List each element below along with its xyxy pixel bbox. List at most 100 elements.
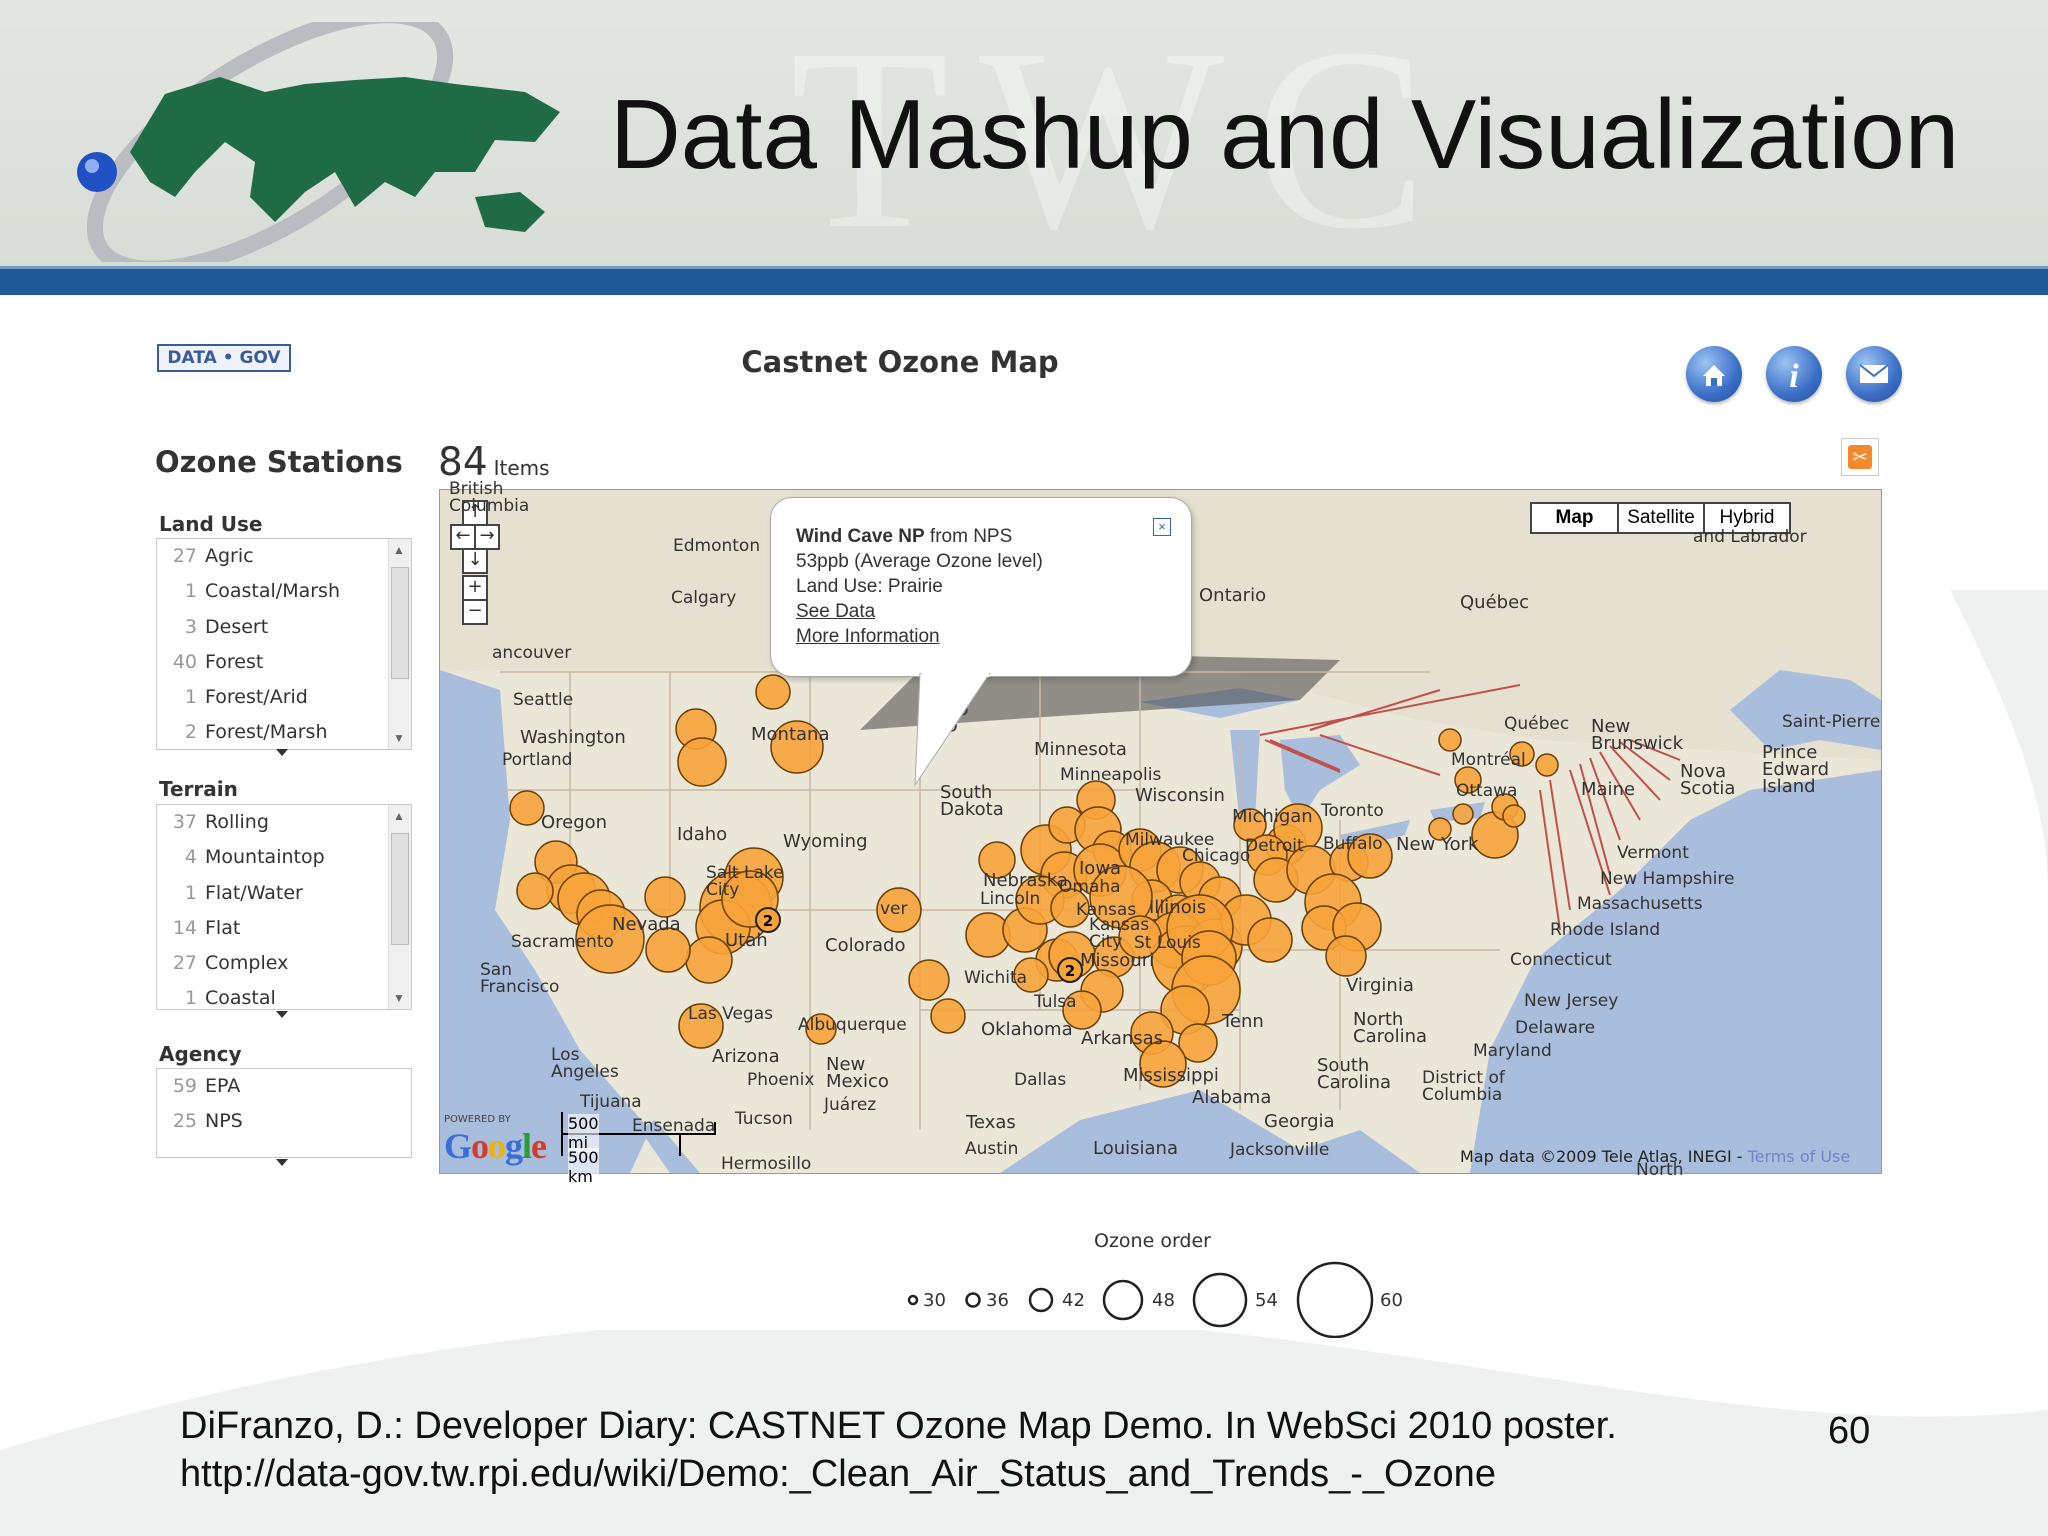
map-label-saint-pierre: Saint-Pierre — [1782, 712, 1881, 732]
facet-item-count: 2 — [184, 721, 197, 744]
facet-agency-title: Agency — [159, 1042, 242, 1066]
facet-item[interactable]: 37 Rolling — [157, 805, 411, 840]
facet-item[interactable]: 1 Coastal/Marsh — [157, 574, 411, 609]
map-label-michigan: Michigan — [1232, 806, 1313, 827]
facet-item[interactable]: 1 Coastal — [157, 981, 411, 1009]
map-label-mississippi: Mississippi — [1123, 1065, 1219, 1086]
map-label-new-york: New York — [1396, 834, 1479, 855]
facet-item[interactable]: 27 Agric — [157, 539, 411, 574]
station-marker[interactable] — [1438, 728, 1462, 752]
map-label-maryland: Maryland — [1473, 1041, 1552, 1061]
facet-item-label: Complex — [205, 952, 289, 975]
map-label-san-francisco: San Francisco — [480, 960, 560, 997]
map-label-wisconsin: Wisconsin — [1135, 785, 1225, 806]
info-icon: i — [1789, 358, 1799, 395]
facet-item[interactable]: 25 NPS — [157, 1104, 411, 1139]
facet-item[interactable]: 59 EPA — [157, 1069, 411, 1104]
citation-line-2[interactable]: http://data-gov.tw.rpi.edu/wiki/Demo:_Cl… — [180, 1450, 1617, 1498]
station-marker[interactable] — [908, 959, 950, 1001]
zoom-in-button[interactable]: + — [462, 575, 488, 601]
station-marker[interactable] — [677, 737, 727, 787]
facet-expand-icon[interactable] — [276, 1159, 288, 1166]
facet-item-count: 4 — [184, 846, 197, 869]
facet-item-label: Agric — [205, 545, 254, 567]
map-label-vancouver: ancouver — [492, 643, 572, 663]
pan-left-button[interactable]: ← — [450, 524, 476, 550]
station-marker[interactable] — [755, 674, 791, 710]
facet-item-count: 3 — [184, 615, 197, 638]
facet-item[interactable]: 14 Flat — [157, 911, 411, 946]
map-label-new-mexico: New Mexico — [826, 1054, 889, 1092]
station-marker[interactable] — [509, 790, 545, 826]
station-marker[interactable] — [644, 876, 686, 918]
popup-more-info-link[interactable]: More Information — [796, 626, 940, 648]
envelope-icon — [1859, 364, 1889, 383]
map-type-satellite-button[interactable]: Satellite — [1617, 502, 1705, 534]
facet-item[interactable]: 2 Forest/Marsh — [157, 715, 411, 749]
facet-scrollbar[interactable]: ▲ ▼ — [388, 539, 411, 749]
zoom-out-button[interactable]: − — [462, 599, 488, 625]
map-label-georgia: Georgia — [1264, 1111, 1335, 1132]
page-number: 60 — [1828, 1410, 1871, 1452]
map-label-delaware: Delaware — [1515, 1018, 1596, 1038]
facet-item-count: 1 — [184, 881, 197, 904]
pan-down-button[interactable]: ↓ — [462, 548, 488, 574]
map-label-tucson: Tucson — [735, 1109, 793, 1129]
facet-item[interactable]: 40 Forest — [157, 645, 411, 680]
map-label-louisiana: Louisiana — [1093, 1138, 1178, 1159]
legend-value: 48 — [1152, 1290, 1175, 1311]
map-label-quebec: Québec — [1460, 592, 1530, 613]
map-attribution: Map data ©2009 Tele Atlas, INEGI - Terms… — [1460, 1147, 1851, 1166]
export-button[interactable]: ✂ — [1841, 438, 1879, 476]
facet-item-label: Flat/Water — [205, 881, 303, 904]
facet-item-count: 40 — [172, 650, 197, 673]
facet-item[interactable]: 4 Mountaintop — [157, 840, 411, 875]
slide-title: Data Mashup and Visualization — [610, 79, 1960, 189]
google-logo[interactable]: POWERED BY Google — [444, 1114, 547, 1167]
station-marker[interactable] — [930, 998, 966, 1034]
facet-item-count: 59 — [172, 1075, 197, 1097]
popup-land-use: Land Use: Prairie — [796, 576, 943, 597]
map-label-connecticut: Connecticut — [1510, 950, 1612, 970]
facet-expand-icon[interactable] — [276, 749, 288, 756]
map-label-lincoln: Lincoln — [980, 889, 1041, 909]
legend-value: 42 — [1062, 1290, 1085, 1311]
map-label-denver: ver — [880, 899, 908, 919]
map-label-north-carolina: North Carolina — [1353, 1009, 1428, 1047]
map-label-arkansas: Arkansas — [1081, 1028, 1164, 1049]
facet-item[interactable]: 1 Flat/Water — [157, 876, 411, 911]
map-label-ontario: Ontario — [1199, 585, 1267, 606]
data-gov-logo[interactable]: DATA • GOV — [157, 344, 291, 372]
map-type-map-button[interactable]: Map — [1530, 502, 1619, 534]
station-marker[interactable] — [1452, 803, 1474, 825]
station-marker[interactable] — [1535, 753, 1559, 777]
facet-item-label: Mountaintop — [205, 846, 325, 869]
email-button[interactable] — [1846, 346, 1902, 402]
pan-right-button[interactable]: → — [474, 524, 500, 550]
popup-see-data-link[interactable]: See Data — [796, 601, 875, 623]
popup-close-icon[interactable]: × — [1153, 518, 1171, 536]
facet-item-count: 1 — [184, 580, 197, 603]
info-button[interactable]: i — [1766, 346, 1822, 402]
station-marker[interactable] — [516, 872, 554, 910]
station-info-popup: Wind Cave NP from NPS 53ppb (Average Ozo… — [770, 497, 1192, 677]
facet-land-use-title: Land Use — [159, 512, 263, 536]
facet-item[interactable]: 27 Complex — [157, 946, 411, 981]
home-button[interactable] — [1686, 346, 1742, 402]
station-marker[interactable] — [1247, 917, 1293, 963]
facet-item[interactable]: 1 Forest/Arid — [157, 680, 411, 715]
station-marker[interactable] — [1502, 804, 1526, 828]
facet-item[interactable]: 3 Desert — [157, 610, 411, 645]
facet-expand-icon[interactable] — [276, 1011, 288, 1018]
map-label-arizona: Arizona — [712, 1046, 780, 1067]
map-label-phoenix: Phoenix — [747, 1070, 815, 1090]
map-label-portland: Portland — [502, 750, 573, 770]
map-label-sacramento: Sacramento — [511, 932, 614, 952]
map-label-chicago: Chicago — [1182, 846, 1251, 866]
station-marker[interactable] — [1325, 935, 1367, 977]
terms-link[interactable]: Terms of Use — [1748, 1147, 1851, 1166]
ozone-stations-heading: Ozone Stations — [155, 445, 403, 479]
map-label-los-angeles: Los Angeles — [551, 1045, 619, 1082]
facet-scrollbar[interactable]: ▲ ▼ — [388, 805, 411, 1009]
facet-item-label: Forest/Marsh — [205, 721, 328, 744]
